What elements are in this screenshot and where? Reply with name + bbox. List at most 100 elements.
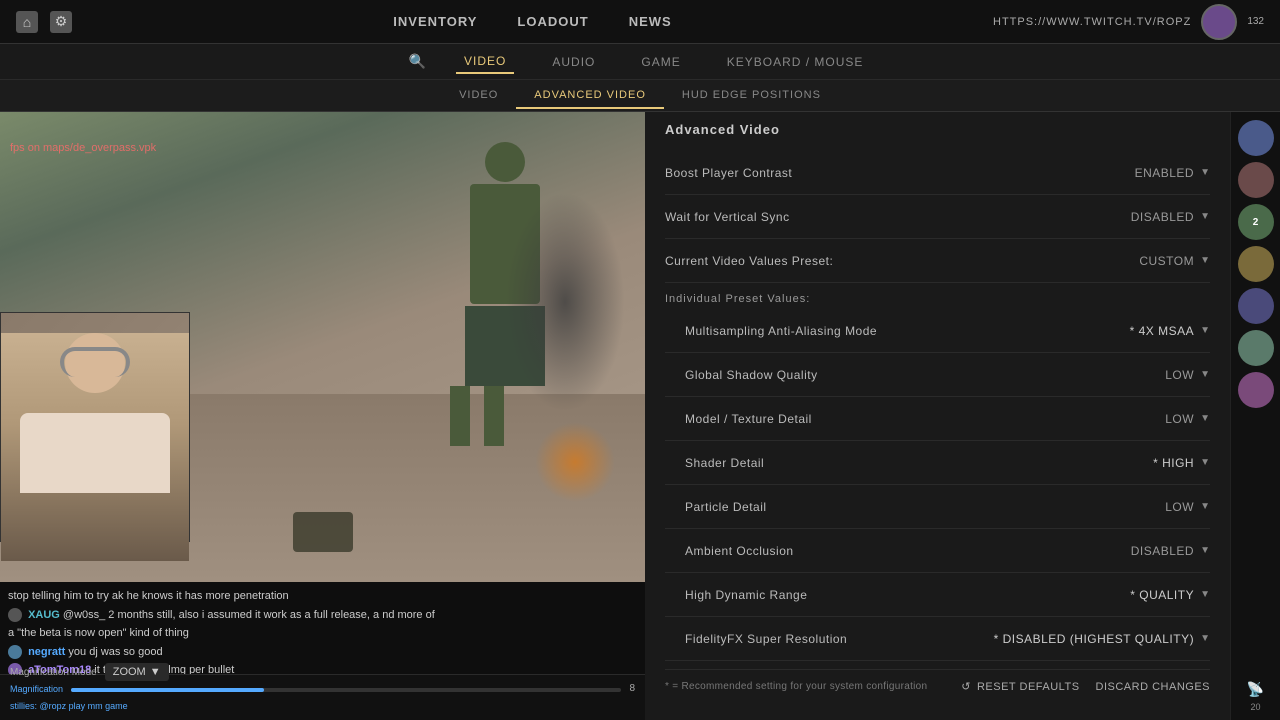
- vertical-sync-row: Wait for Vertical Sync DISABLED ▼: [665, 195, 1210, 239]
- video-preset-text: CUSTOM: [1139, 254, 1194, 268]
- chat-message-1b: a "the beta is now open" kind of thing: [8, 625, 637, 642]
- shader-detail-value[interactable]: * HIGH ▼: [1153, 456, 1210, 470]
- video-preset-row: Current Video Values Preset: CUSTOM ▼: [665, 239, 1210, 283]
- chevron-down-icon-9: ▼: [1200, 545, 1210, 556]
- sidebar-avatar-0[interactable]: [1238, 120, 1274, 156]
- chat-message-2: negratt you dj was so good: [8, 644, 637, 661]
- shader-detail-label: Shader Detail: [665, 456, 764, 470]
- chevron-down-icon-10: ▼: [1200, 589, 1210, 600]
- top-nav: ⌂ ⚙ INVENTORY LOADOUT NEWS HTTPS://WWW.T…: [0, 0, 1280, 44]
- shadow-quality-label: Global Shadow Quality: [665, 368, 818, 382]
- loadout-nav-link[interactable]: LOADOUT: [517, 14, 588, 29]
- particle-detail-row: Particle Detail LOW ▼: [665, 485, 1210, 529]
- top-nav-center: INVENTORY LOADOUT NEWS: [393, 14, 671, 29]
- chevron-down-icon-6: ▼: [1200, 413, 1210, 424]
- shader-detail-text: * HIGH: [1153, 456, 1194, 470]
- sidebar-avatar-6[interactable]: [1238, 372, 1274, 408]
- fidelityfx-label: FidelityFX Super Resolution: [665, 632, 847, 646]
- game-nav-item[interactable]: GAME: [633, 51, 688, 73]
- chevron-down-icon-2: ▼: [1200, 211, 1210, 222]
- boost-player-contrast-text: ENABLED: [1135, 166, 1195, 180]
- top-nav-right: HTTPS://WWW.TWITCH.TV/ROPZ 132: [993, 4, 1264, 40]
- keyboard-mouse-nav-item[interactable]: KEYBOARD / MOUSE: [719, 51, 872, 73]
- particle-detail-label: Particle Detail: [665, 500, 767, 514]
- msaa-value[interactable]: * 4X MSAA ▼: [1130, 324, 1210, 338]
- video-preset-value[interactable]: CUSTOM ▼: [1139, 254, 1210, 268]
- chat-message-1: XAUG @w0ss_ 2 months still, also i assum…: [8, 607, 637, 624]
- msaa-text: * 4X MSAA: [1130, 324, 1195, 338]
- texture-detail-label: Model / Texture Detail: [665, 412, 812, 426]
- chevron-down-icon-3: ▼: [1200, 255, 1210, 266]
- fidelityfx-text: * DISABLED (HIGHEST QUALITY): [994, 632, 1195, 646]
- sidebar-avatar-2[interactable]: 2: [1238, 204, 1274, 240]
- inventory-nav-link[interactable]: INVENTORY: [393, 14, 477, 29]
- msaa-label: Multisampling Anti-Aliasing Mode: [665, 324, 877, 338]
- reset-defaults-button[interactable]: ↺ RESET DEFAULTS: [961, 680, 1079, 693]
- tab-nav: VIDEO ADVANCED VIDEO HUD EDGE POSITIONS: [0, 80, 1280, 112]
- magnification-sub-label: Magnification: [10, 684, 63, 694]
- fidelityfx-row: FidelityFX Super Resolution * DISABLED (…: [665, 617, 1210, 661]
- shadow-quality-value[interactable]: LOW ▼: [1165, 368, 1210, 382]
- chevron-down-icon-8: ▼: [1200, 501, 1210, 512]
- boost-player-contrast-label: Boost Player Contrast: [665, 166, 792, 180]
- online-count: 20: [1250, 702, 1260, 712]
- ambient-occlusion-value[interactable]: DISABLED ▼: [1131, 544, 1210, 558]
- stream-overlay-text: fps on maps/de_overpass.vpk: [10, 142, 156, 154]
- chevron-down-icon-5: ▼: [1200, 369, 1210, 380]
- sidebar-avatar-3[interactable]: [1238, 246, 1274, 282]
- individual-preset-header: Individual Preset Values:: [665, 283, 1210, 309]
- tab-advanced-video[interactable]: ADVANCED VIDEO: [516, 83, 664, 109]
- chevron-down-icon-7: ▼: [1200, 457, 1210, 468]
- audio-nav-item[interactable]: AUDIO: [544, 51, 603, 73]
- zoom-button[interactable]: ZOOM ▼: [105, 663, 169, 681]
- msaa-row: Multisampling Anti-Aliasing Mode * 4X MS…: [665, 309, 1210, 353]
- sidebar-avatar-5[interactable]: [1238, 330, 1274, 366]
- avatar-stack: [1201, 4, 1237, 40]
- chevron-down-icon: ▼: [1200, 167, 1210, 178]
- reset-icon: ↺: [961, 680, 971, 693]
- video-preset-label: Current Video Values Preset:: [665, 254, 833, 268]
- hdr-row: High Dynamic Range * QUALITY ▼: [665, 573, 1210, 617]
- home-button[interactable]: ⌂: [16, 11, 38, 33]
- sidebar-avatar-4[interactable]: [1238, 288, 1274, 324]
- tab-hud-edge[interactable]: HUD EDGE POSITIONS: [664, 83, 839, 109]
- boost-player-contrast-row: Boost Player Contrast ENABLED ▼: [665, 151, 1210, 195]
- hdr-text: * QUALITY: [1130, 588, 1194, 602]
- hdr-value[interactable]: * QUALITY ▼: [1130, 588, 1210, 602]
- twitch-url: HTTPS://WWW.TWITCH.TV/ROPZ: [993, 16, 1191, 28]
- search-icon[interactable]: 🔍: [409, 53, 426, 70]
- username-label: stillies: @ropz play mm game: [10, 701, 128, 711]
- main-content: fps on maps/de_overpass.vpk stop telling…: [0, 112, 1280, 720]
- discard-label: DISCARD CHANGES: [1096, 681, 1210, 693]
- video-nav-item[interactable]: VIDEO: [456, 50, 514, 74]
- ambient-occlusion-text: DISABLED: [1131, 544, 1194, 558]
- boost-player-contrast-value[interactable]: ENABLED ▼: [1135, 166, 1210, 180]
- reset-label: RESET DEFAULTS: [977, 681, 1080, 693]
- signal-icon[interactable]: 📡: [1247, 681, 1264, 698]
- settings-button[interactable]: ⚙: [50, 11, 72, 33]
- hdr-label: High Dynamic Range: [665, 588, 807, 602]
- particle-detail-value[interactable]: LOW ▼: [1165, 500, 1210, 514]
- chevron-down-icon-4: ▼: [1200, 325, 1210, 336]
- texture-detail-row: Model / Texture Detail LOW ▼: [665, 397, 1210, 441]
- news-nav-link[interactable]: NEWS: [629, 14, 672, 29]
- chevron-down-icon-11: ▼: [1200, 633, 1210, 644]
- sidebar-avatar-1[interactable]: [1238, 162, 1274, 198]
- fidelityfx-value[interactable]: * DISABLED (HIGHEST QUALITY) ▼: [994, 632, 1210, 646]
- discard-changes-button[interactable]: DISCARD CHANGES: [1096, 681, 1210, 693]
- texture-detail-text: LOW: [1165, 412, 1194, 426]
- webcam-overlay: [0, 312, 190, 542]
- magnification-value: 8: [629, 683, 635, 694]
- stream-video: fps on maps/de_overpass.vpk: [0, 112, 645, 582]
- settings-title: Advanced Video: [665, 122, 1210, 137]
- texture-detail-value[interactable]: LOW ▼: [1165, 412, 1210, 426]
- vertical-sync-value[interactable]: DISABLED ▼: [1131, 210, 1210, 224]
- footer-bar: * = Recommended setting for your system …: [665, 669, 1210, 703]
- secondary-nav: 🔍 VIDEO AUDIO GAME KEYBOARD / MOUSE: [0, 44, 1280, 80]
- tab-video[interactable]: VIDEO: [441, 83, 516, 109]
- magnification-fill: [71, 688, 264, 692]
- magnification-progress: [71, 688, 621, 692]
- vertical-sync-text: DISABLED: [1131, 210, 1194, 224]
- user-avatar[interactable]: [1201, 4, 1237, 40]
- shader-detail-row: Shader Detail * HIGH ▼: [665, 441, 1210, 485]
